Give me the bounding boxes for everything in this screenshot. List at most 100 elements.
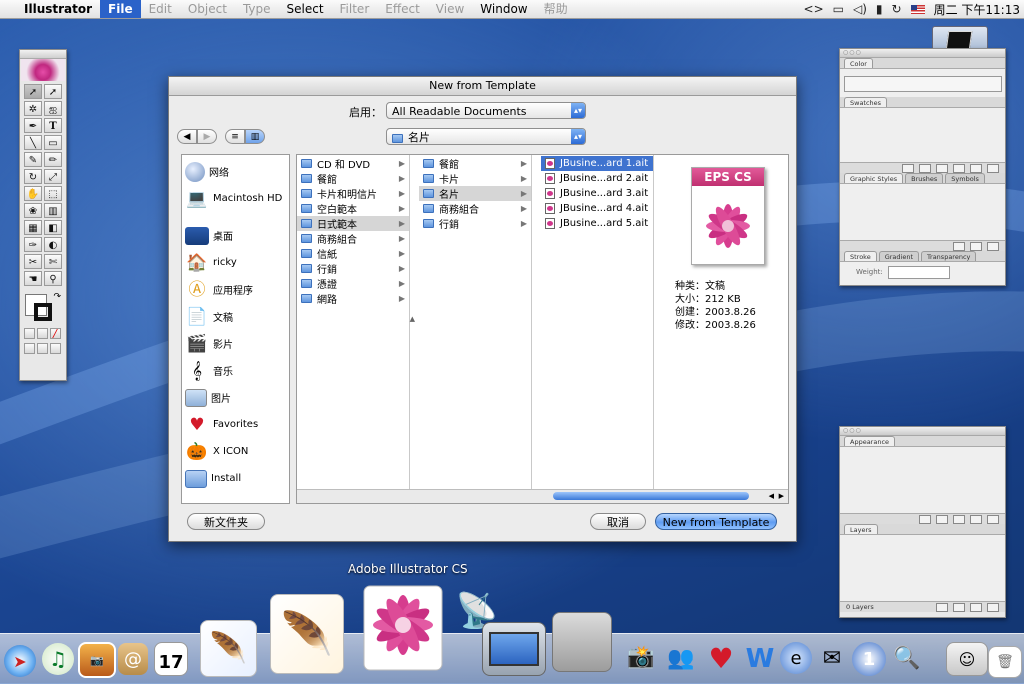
tools-titlebar[interactable]: [20, 50, 66, 59]
new-layer-icon[interactable]: [970, 603, 982, 612]
column-resize-handle[interactable]: ▲: [410, 315, 415, 323]
rectangle-tool-icon[interactable]: ▭: [44, 135, 62, 150]
tab-stroke[interactable]: Stroke: [844, 251, 877, 261]
warp-tool-icon[interactable]: ✋: [24, 186, 42, 201]
menu-object[interactable]: Object: [180, 0, 235, 18]
reduce-appearance-icon[interactable]: [953, 515, 965, 524]
compass-icon[interactable]: 1: [852, 642, 886, 676]
sidebar-item-home[interactable]: 🏠 ricky: [182, 249, 289, 276]
photoshop-feather-icon[interactable]: 🪶: [200, 620, 257, 677]
sidebar-item-x-icon[interactable]: 🎃 X ICON: [182, 438, 289, 465]
list-item[interactable]: 信紙 ▶: [297, 246, 409, 261]
sidebar-item-macintosh-hd[interactable]: 💻 Macintosh HD: [182, 185, 289, 212]
list-item[interactable]: 餐館 ▶: [419, 156, 531, 171]
itunes-icon[interactable]: ♫: [42, 643, 74, 675]
illustrator-cs-icon[interactable]: [363, 585, 443, 671]
forward-button[interactable]: ▶: [197, 129, 217, 144]
trash-icon[interactable]: 🗑: [988, 646, 1022, 678]
column-view-button[interactable]: ▥: [245, 129, 265, 144]
window-buttons-icon[interactable]: ○○○: [843, 428, 862, 434]
enable-popup[interactable]: All Readable Documents ▴▾: [386, 102, 586, 119]
full-screen-menu-mode-icon[interactable]: [37, 343, 48, 354]
scissors-tool-icon[interactable]: ✄: [44, 254, 62, 269]
menu-view[interactable]: View: [428, 0, 472, 18]
ie-icon[interactable]: W: [742, 643, 778, 675]
ical-icon[interactable]: 17: [154, 642, 188, 676]
window-buttons-icon[interactable]: ○○○: [843, 50, 862, 56]
list-item[interactable]: 卡片和明信片 ▶: [297, 186, 409, 201]
menu-type[interactable]: Type: [235, 0, 279, 18]
list-item[interactable]: 行銷 ▶: [297, 261, 409, 276]
list-item[interactable]: 商務組合 ▶: [297, 231, 409, 246]
symbol-sprayer-tool-icon[interactable]: ❀: [24, 203, 42, 218]
paintbrush-tool-icon[interactable]: ✎: [24, 152, 42, 167]
new-from-template-button[interactable]: New from Template: [655, 513, 777, 530]
sidebar-item-desktop[interactable]: 桌面: [182, 222, 289, 249]
address-book-icon[interactable]: @: [118, 643, 148, 675]
display-icon[interactable]: ▭: [833, 2, 844, 16]
list-item[interactable]: 空白範本 ▶: [297, 201, 409, 216]
menu-file[interactable]: File: [100, 0, 141, 18]
sherlock-icon[interactable]: 🔍: [890, 642, 924, 674]
mesh-tool-icon[interactable]: ▦: [24, 220, 42, 235]
scroll-left-arrow-icon[interactable]: ◀: [769, 490, 774, 502]
delete-item-icon[interactable]: [987, 515, 999, 524]
duplicate-item-icon[interactable]: [970, 515, 982, 524]
messenger-icon[interactable]: 👥: [664, 642, 698, 674]
none-mode-icon[interactable]: ╱: [50, 328, 61, 339]
clear-appearance-icon[interactable]: [936, 515, 948, 524]
delete-swatch-icon[interactable]: [987, 164, 999, 173]
file-row[interactable]: JBusine...ard 5.ait: [541, 216, 653, 231]
sidebar-item-network[interactable]: 网络: [182, 158, 289, 185]
palette-titlebar[interactable]: ○○○: [840, 427, 1005, 436]
safari-icon[interactable]: ➤: [4, 645, 36, 677]
color-mode-icon[interactable]: [24, 328, 35, 339]
cancel-button[interactable]: 取消: [590, 513, 646, 530]
tab-transparency[interactable]: Transparency: [921, 251, 977, 261]
menu-illustrator[interactable]: Illustrator: [16, 0, 100, 18]
show-all-icon[interactable]: [902, 164, 914, 173]
sidebar-item-pictures[interactable]: 图片: [182, 384, 289, 411]
sync-icon[interactable]: ↻: [892, 2, 902, 16]
horizontal-scrollbar[interactable]: ◀ ▶: [297, 489, 788, 503]
delete-layer-icon[interactable]: [987, 603, 999, 612]
new-folder-button[interactable]: 新文件夹: [187, 513, 265, 530]
new-art-icon[interactable]: [919, 515, 931, 524]
list-item[interactable]: CD 和 DVD ▶: [297, 156, 409, 171]
color-spectrum[interactable]: [844, 76, 1002, 92]
weight-field[interactable]: [888, 266, 950, 279]
full-screen-mode-icon[interactable]: [50, 343, 61, 354]
selection-tool-icon[interactable]: ➚: [24, 84, 42, 99]
list-item[interactable]: 名片 ▶: [419, 186, 531, 201]
palette-titlebar[interactable]: ○○○: [840, 49, 1005, 58]
list-item[interactable]: 網路 ▶: [297, 291, 409, 306]
pen-tool-icon[interactable]: ✒: [24, 118, 42, 133]
battery-icon[interactable]: ▮: [876, 2, 883, 16]
lasso-tool-icon[interactable]: ஐ: [44, 101, 62, 116]
delete-style-icon[interactable]: [987, 242, 999, 251]
eyedropper-tool-icon[interactable]: ✑: [24, 237, 42, 252]
menu-help[interactable]: 帮助: [536, 0, 576, 18]
tab-color[interactable]: Color: [844, 58, 873, 68]
tab-swatches[interactable]: Swatches: [844, 97, 888, 107]
gradient-mode-icon[interactable]: [37, 328, 48, 339]
clock[interactable]: 周二 下午11:13: [934, 1, 1020, 18]
list-item[interactable]: 日式範本 ▶: [297, 216, 409, 231]
sidebar-item-music[interactable]: 𝄞 音乐: [182, 357, 289, 384]
mail-icon[interactable]: e: [780, 642, 812, 674]
sidebar-item-favorites[interactable]: ♥ Favorites: [182, 411, 289, 438]
virtual-pc-icon[interactable]: [482, 622, 546, 676]
scroll-thumb[interactable]: [553, 492, 749, 500]
menu-edit[interactable]: Edit: [141, 0, 180, 18]
file-row[interactable]: JBusine...ard 2.ait: [541, 171, 653, 186]
system-preferences-icon[interactable]: [552, 612, 612, 672]
free-transform-tool-icon[interactable]: ⬚: [44, 186, 62, 201]
menu-select[interactable]: Select: [279, 0, 332, 18]
tab-layers[interactable]: Layers: [844, 524, 878, 534]
dialog-title[interactable]: New from Template: [169, 77, 796, 96]
scale-tool-icon[interactable]: ⤢: [44, 169, 62, 184]
break-link-icon[interactable]: [953, 242, 965, 251]
finder-icon[interactable]: ☺: [946, 642, 988, 676]
sidebar-item-movies[interactable]: 🎬 影片: [182, 330, 289, 357]
fill-stroke-swatch[interactable]: ↷: [25, 292, 61, 324]
